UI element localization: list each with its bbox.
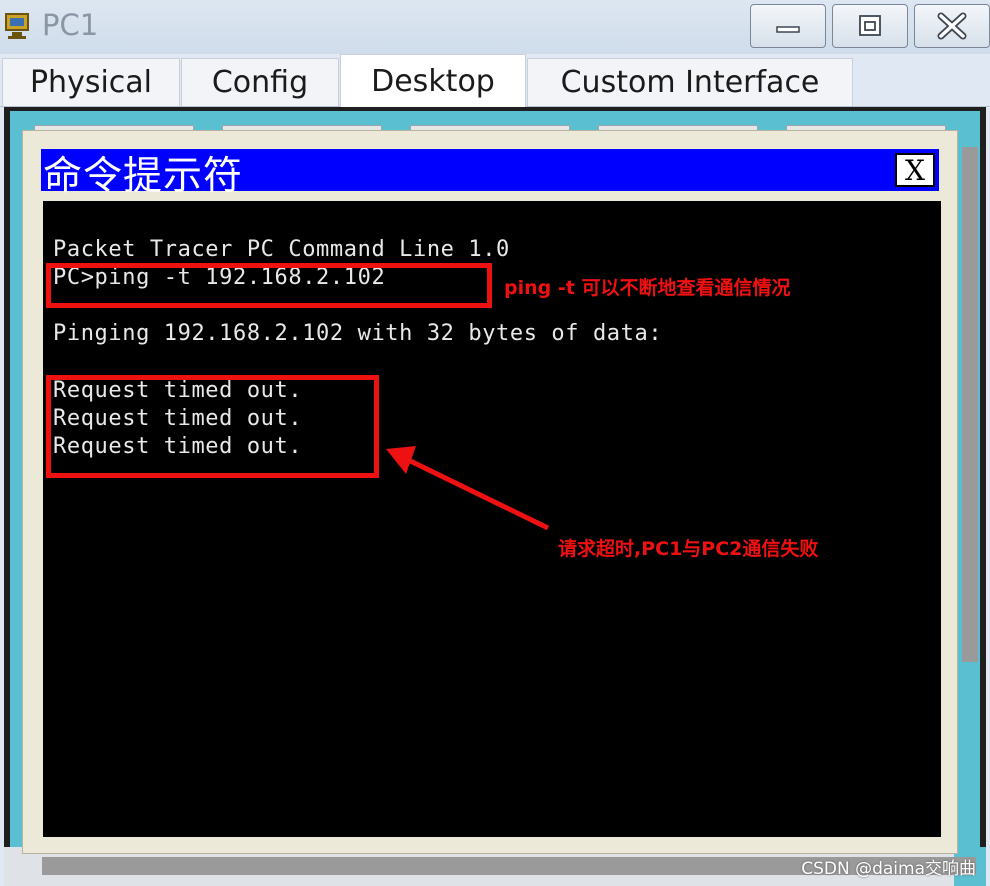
timeout-note: 请求超时,PC1与PC2通信失败 bbox=[558, 538, 819, 560]
timeout-highlight bbox=[46, 375, 379, 478]
packet-tracer-pc-icon bbox=[2, 8, 38, 44]
maximize-button[interactable] bbox=[832, 4, 908, 48]
window-title: PC1 bbox=[42, 8, 99, 42]
ping-command-highlight bbox=[46, 263, 492, 308]
terminal-line: Pinging 192.168.2.102 with 32 bytes of d… bbox=[53, 321, 663, 346]
command-prompt-titlebar: 命令提示符 X bbox=[41, 149, 939, 199]
tab-custom-interface[interactable]: Custom Interface bbox=[527, 58, 853, 106]
tab-config[interactable]: Config bbox=[181, 58, 339, 106]
minimize-button[interactable] bbox=[750, 4, 826, 48]
red-arrow-icon bbox=[386, 446, 550, 531]
command-prompt-title: 命令提示符 bbox=[43, 154, 244, 199]
tab-physical[interactable]: Physical bbox=[2, 58, 180, 106]
ping-note: ping -t 可以不断地查看通信情况 bbox=[504, 277, 791, 299]
terminal-line: Packet Tracer PC Command Line 1.0 bbox=[53, 237, 510, 262]
close-button[interactable] bbox=[914, 4, 990, 48]
watermark: CSDN @daima交响曲 bbox=[801, 859, 976, 879]
vertical-scrollbar[interactable] bbox=[962, 147, 978, 662]
tab-bar: Physical Config Desktop Custom Interface bbox=[0, 54, 990, 107]
maximize-icon bbox=[856, 13, 884, 39]
close-icon bbox=[936, 12, 968, 40]
window-titlebar: PC1 bbox=[0, 0, 990, 54]
tab-desktop[interactable]: Desktop bbox=[340, 54, 526, 107]
command-prompt-close-button[interactable]: X bbox=[895, 153, 935, 187]
minimize-icon bbox=[774, 16, 802, 36]
